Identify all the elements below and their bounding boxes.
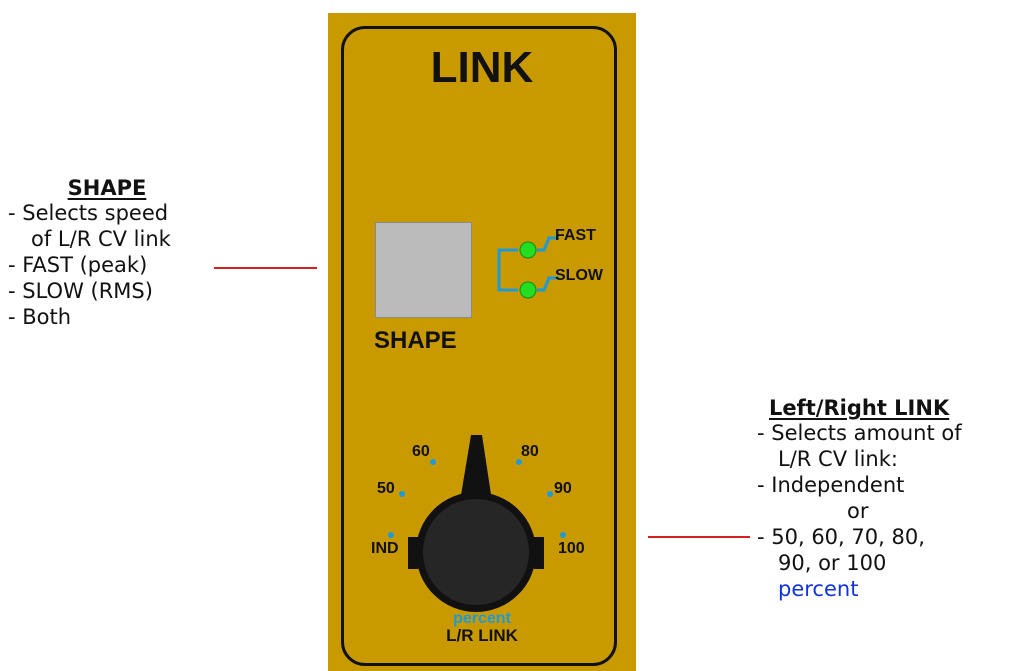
link-annotation-line: - Selects amount of <box>757 421 962 445</box>
link-leader-line <box>648 536 750 538</box>
panel-graphics <box>388 236 566 612</box>
knob-label: L/R LINK <box>446 626 518 645</box>
scale-dot-ind <box>388 532 394 538</box>
link-annotation-line: - Independent <box>757 473 905 497</box>
link-module-panel: LINK SHAPE FAST SLOW IND 50 60 80 90 100… <box>328 13 636 671</box>
shape-annotation-heading: SHAPE <box>67 176 147 200</box>
scale-dot-60 <box>430 459 436 465</box>
link-annotation-line: - 50, 60, 70, 80, <box>757 525 925 549</box>
knob-label-50: 50 <box>377 480 395 497</box>
link-annotation-line: L/R CV link: <box>778 447 898 471</box>
slow-led <box>519 281 537 299</box>
shape-annotation-line: - FAST (peak) <box>8 253 148 277</box>
knob-label-100: 100 <box>558 540 585 557</box>
led-wire-bracket <box>497 248 518 292</box>
knob-inner <box>423 499 529 605</box>
fast-led-label: FAST <box>555 227 596 244</box>
link-annotation-line: 90, or 100 <box>778 551 887 575</box>
link-annotation-line: or <box>847 499 869 523</box>
scale-dot-100 <box>560 532 566 538</box>
link-annotation-heading: Left/Right LINK <box>769 396 950 420</box>
knob-label-60: 60 <box>412 443 430 460</box>
shape-leader-line <box>214 267 317 269</box>
shape-annotation-line: - Selects speed <box>8 201 169 225</box>
scale-dot-90 <box>547 491 553 497</box>
fast-led <box>519 241 537 259</box>
scale-dot-50 <box>399 491 405 497</box>
slow-led-label: SLOW <box>555 267 603 284</box>
knob-label-ind: IND <box>371 540 399 557</box>
shape-annotation-line: - SLOW (RMS) <box>8 279 153 303</box>
knob-label-80: 80 <box>521 443 539 460</box>
link-annotation: Left/Right LINK - Selects amount of L/R … <box>757 396 1015 602</box>
link-annotation-percent: percent <box>778 577 859 601</box>
knob-label-90: 90 <box>554 480 572 497</box>
shape-annotation-line: of L/R CV link <box>31 227 171 251</box>
shape-annotation-line: - Both <box>8 305 72 329</box>
knob-pointer <box>460 435 492 501</box>
shape-annotation: SHAPE - Selects speed of L/R CV link - F… <box>8 176 218 330</box>
